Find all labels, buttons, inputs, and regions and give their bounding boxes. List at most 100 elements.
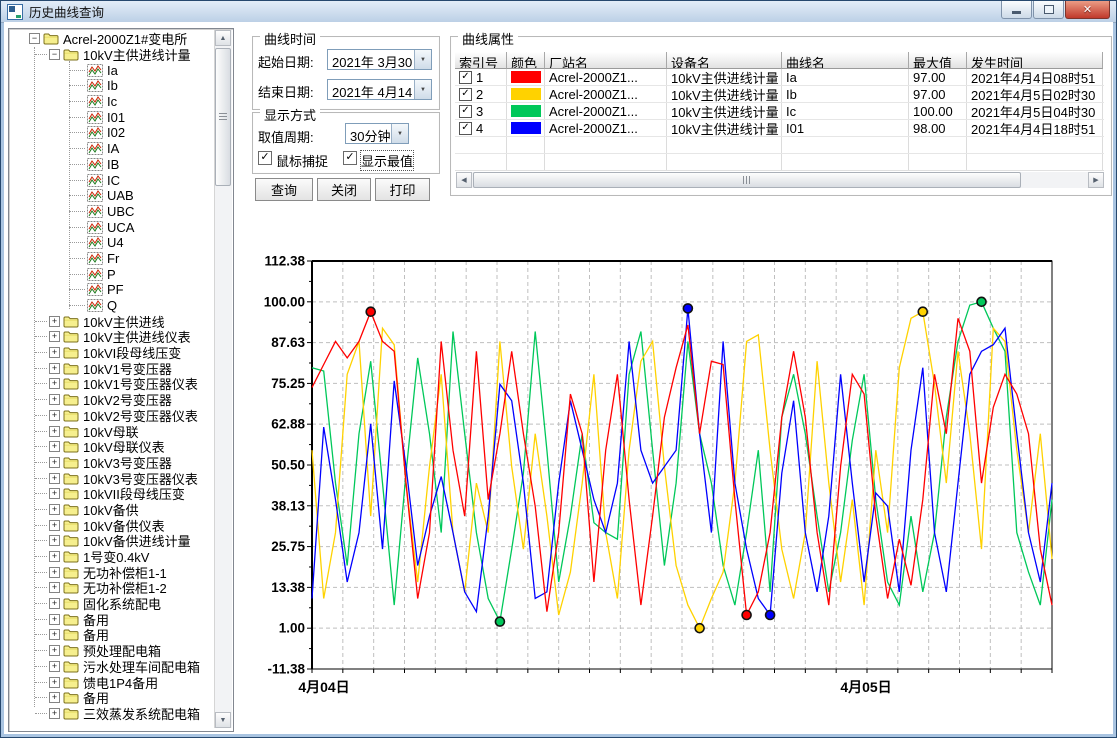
expand-icon[interactable]: + bbox=[49, 551, 60, 562]
device-tree-panel: −Acrel-2000Z1#变电所−10kV主供进线计量IaIbIcI01I02… bbox=[8, 28, 234, 732]
expand-icon[interactable]: + bbox=[49, 567, 60, 578]
column-header[interactable]: 颜色 bbox=[507, 52, 545, 69]
expand-icon[interactable]: + bbox=[49, 488, 60, 499]
tree-item[interactable]: Ib bbox=[11, 78, 214, 94]
expand-icon[interactable]: + bbox=[49, 692, 60, 703]
expand-icon[interactable]: + bbox=[49, 331, 60, 342]
curve-row[interactable]: ✓1Acrel-2000Z1...10kV主供进线计量Ia97.002021年4… bbox=[455, 69, 1104, 86]
tree-item[interactable]: U4 bbox=[11, 235, 214, 251]
start-date-label: 起始日期: bbox=[258, 52, 314, 71]
chevron-down-icon[interactable]: ▼ bbox=[414, 80, 431, 99]
expand-icon[interactable]: + bbox=[49, 426, 60, 437]
scroll-thumb[interactable] bbox=[473, 172, 1021, 188]
expand-icon[interactable]: + bbox=[49, 645, 60, 656]
tree-item[interactable]: +固化系统配电 bbox=[11, 596, 214, 612]
expand-icon[interactable]: + bbox=[49, 316, 60, 327]
expand-icon[interactable]: + bbox=[49, 473, 60, 484]
folder-icon bbox=[63, 330, 79, 343]
tree-item[interactable]: UCA bbox=[11, 219, 214, 235]
expand-icon[interactable]: + bbox=[49, 582, 60, 593]
expand-icon[interactable]: + bbox=[49, 708, 60, 719]
expand-icon[interactable]: + bbox=[49, 677, 60, 688]
column-header[interactable]: 厂站名 bbox=[545, 52, 667, 69]
collapse-icon[interactable]: − bbox=[49, 49, 60, 60]
scroll-up-button[interactable]: ▲ bbox=[215, 30, 231, 46]
tree-item[interactable]: −10kV主供进线计量 bbox=[11, 47, 214, 63]
tree-item[interactable]: UBC bbox=[11, 204, 214, 220]
expand-icon[interactable]: + bbox=[49, 520, 60, 531]
tree-item[interactable]: Ic bbox=[11, 94, 214, 110]
tree-item[interactable]: IB bbox=[11, 157, 214, 173]
expand-icon[interactable]: + bbox=[49, 363, 60, 374]
column-header[interactable]: 设备名 bbox=[667, 52, 782, 69]
curve-visible-checkbox[interactable]: ✓ bbox=[459, 88, 472, 101]
expand-icon[interactable]: + bbox=[49, 535, 60, 546]
curve-visible-checkbox[interactable]: ✓ bbox=[459, 71, 472, 84]
scroll-right-button[interactable]: ▶ bbox=[1088, 172, 1104, 188]
folder-icon bbox=[63, 534, 79, 547]
table-cell bbox=[909, 154, 967, 170]
curve-row[interactable]: ✓3Acrel-2000Z1...10kV主供进线计量Ic100.002021年… bbox=[455, 103, 1104, 120]
chevron-down-icon[interactable]: ▼ bbox=[391, 124, 408, 143]
mouse-capture-checkbox[interactable]: ✓ bbox=[258, 151, 272, 165]
minimize-button[interactable] bbox=[1001, 1, 1032, 19]
curve-visible-checkbox[interactable]: ✓ bbox=[459, 105, 472, 118]
expand-icon[interactable]: + bbox=[49, 394, 60, 405]
column-header[interactable]: 索引号 bbox=[455, 52, 507, 69]
tree-item[interactable]: +馈电1P4备用 bbox=[11, 674, 214, 690]
tree-item[interactable]: I01 bbox=[11, 109, 214, 125]
expand-icon[interactable]: + bbox=[49, 614, 60, 625]
collapse-icon[interactable]: − bbox=[29, 33, 40, 44]
tree-item[interactable]: I02 bbox=[11, 125, 214, 141]
expand-icon[interactable]: + bbox=[49, 410, 60, 421]
curve-row[interactable]: ✓2Acrel-2000Z1...10kV主供进线计量Ib97.002021年4… bbox=[455, 86, 1104, 103]
scroll-thumb[interactable] bbox=[215, 48, 231, 186]
query-button[interactable]: 查询 bbox=[255, 178, 313, 201]
start-date-combobox[interactable]: 2021年 3月30 ▼ bbox=[327, 49, 432, 70]
table-horizontal-scrollbar[interactable]: ◀ ▶ bbox=[456, 172, 1104, 188]
column-header[interactable]: 最大值 bbox=[909, 52, 967, 69]
column-header[interactable]: 发生时间 bbox=[967, 52, 1103, 69]
tree-item-label: Fr bbox=[107, 251, 119, 266]
close-button[interactable]: ✕ bbox=[1065, 1, 1110, 19]
tree-connector bbox=[35, 336, 47, 337]
titlebar[interactable]: 历史曲线查询 ✕ bbox=[1, 1, 1116, 23]
curve-row[interactable]: ✓4Acrel-2000Z1...10kV主供进线计量I0198.002021年… bbox=[455, 120, 1104, 137]
expand-icon[interactable]: + bbox=[49, 457, 60, 468]
period-combobox[interactable]: 30分钟 ▼ bbox=[345, 123, 409, 144]
expand-icon[interactable]: + bbox=[49, 598, 60, 609]
table-cell: 10kV主供进线计量 bbox=[667, 86, 782, 102]
expand-icon[interactable]: + bbox=[49, 347, 60, 358]
tree-item[interactable]: +三效蒸发系统配电箱 bbox=[11, 706, 214, 722]
tree-item[interactable]: PF bbox=[11, 282, 214, 298]
show-extreme-checkbox[interactable]: ✓ bbox=[343, 151, 357, 165]
scroll-down-button[interactable]: ▼ bbox=[215, 712, 231, 728]
folder-icon bbox=[63, 440, 79, 453]
tree-item[interactable]: +备用 bbox=[11, 611, 214, 627]
expand-icon[interactable]: + bbox=[49, 378, 60, 389]
column-header[interactable]: 曲线名 bbox=[782, 52, 909, 69]
expand-icon[interactable]: + bbox=[49, 441, 60, 452]
close-dialog-button[interactable]: 关闭 bbox=[317, 178, 371, 201]
tree-item[interactable]: Fr bbox=[11, 251, 214, 267]
expand-icon[interactable]: + bbox=[49, 629, 60, 640]
y-tick-label: 25.75 bbox=[271, 539, 305, 554]
table-cell: Ic bbox=[782, 103, 909, 119]
folder-icon bbox=[63, 644, 79, 657]
end-date-combobox[interactable]: 2021年 4月14 ▼ bbox=[327, 79, 432, 100]
tree-item[interactable]: P bbox=[11, 266, 214, 282]
tree-item[interactable]: IC bbox=[11, 172, 214, 188]
tree-item[interactable]: UAB bbox=[11, 188, 214, 204]
tree-vertical-scrollbar[interactable]: ▲ ▼ bbox=[214, 30, 232, 728]
tree-item-label: UAB bbox=[107, 188, 134, 203]
print-button[interactable]: 打印 bbox=[375, 178, 430, 201]
tree-item[interactable]: Ia bbox=[11, 62, 214, 78]
expand-icon[interactable]: + bbox=[49, 504, 60, 515]
tree-item[interactable]: IA bbox=[11, 141, 214, 157]
expand-icon[interactable]: + bbox=[49, 661, 60, 672]
restore-button[interactable] bbox=[1033, 1, 1064, 19]
scroll-left-button[interactable]: ◀ bbox=[456, 172, 472, 188]
curve-table: 索引号颜色厂站名设备名曲线名最大值发生时间 ✓1Acrel-2000Z1...1… bbox=[455, 52, 1104, 171]
chevron-down-icon[interactable]: ▼ bbox=[414, 50, 431, 69]
curve-visible-checkbox[interactable]: ✓ bbox=[459, 122, 472, 135]
